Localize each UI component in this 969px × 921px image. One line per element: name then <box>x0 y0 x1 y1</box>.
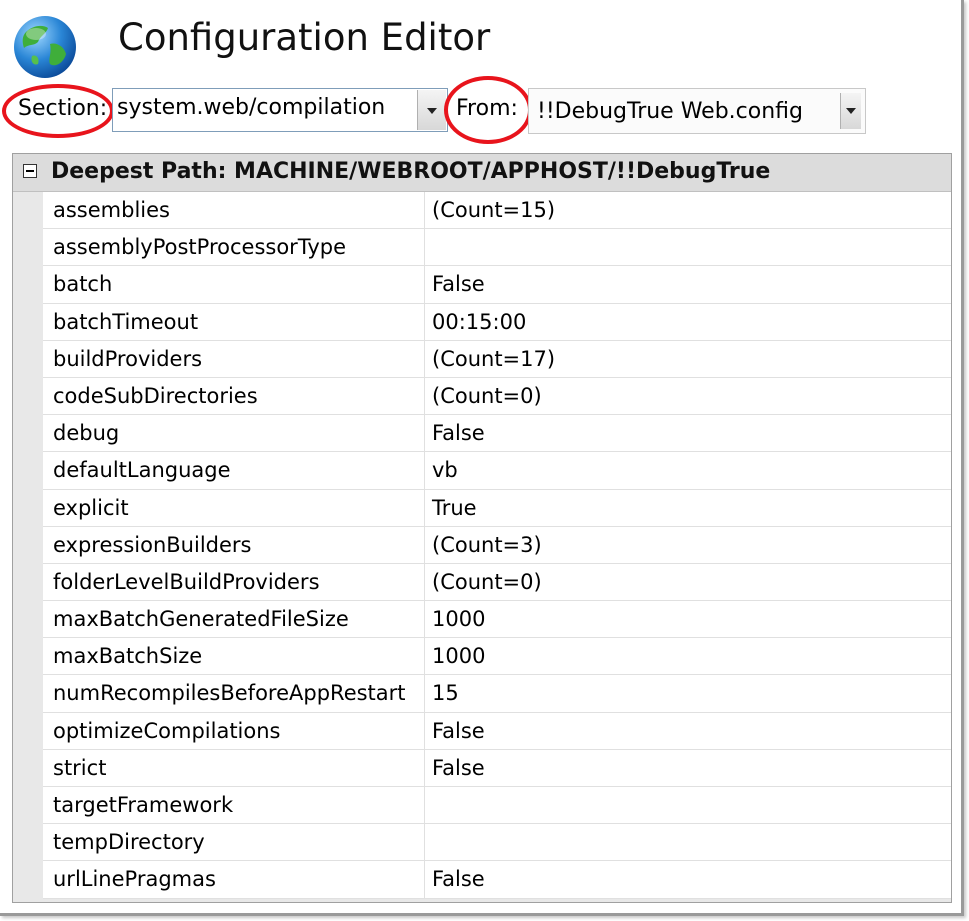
section-dropdown-button[interactable] <box>417 90 446 130</box>
property-name: batch <box>43 266 425 303</box>
table-row[interactable]: folderLevelBuildProviders (Count=0) <box>43 563 951 602</box>
property-name: targetFramework <box>43 787 425 824</box>
group-title: Deepest Path: MACHINE/WEBROOT/APPHOST/!!… <box>51 159 771 184</box>
table-row[interactable]: batch False <box>43 266 951 304</box>
property-name: buildProviders <box>43 340 425 377</box>
property-name: debug <box>43 415 425 452</box>
property-name: numRecompilesBeforeAppRestart <box>43 675 425 712</box>
table-row[interactable]: strict False <box>43 749 951 787</box>
table-row[interactable]: buildProviders (Count=17) <box>43 340 951 378</box>
table-row[interactable]: targetFramework <box>43 787 951 825</box>
table-row[interactable]: assemblies (Count=15) <box>43 192 951 230</box>
property-value[interactable]: (Count=17) <box>425 341 951 377</box>
from-label: From: <box>456 96 518 121</box>
property-value[interactable]: False <box>425 415 951 451</box>
collapse-icon[interactable] <box>23 164 37 178</box>
property-value[interactable]: 15 <box>425 675 951 711</box>
property-name: maxBatchGeneratedFileSize <box>43 601 425 638</box>
property-value[interactable] <box>425 824 951 860</box>
property-name: optimizeCompilations <box>43 712 425 749</box>
chevron-down-icon <box>427 108 437 114</box>
property-value[interactable]: False <box>425 713 951 749</box>
property-value[interactable]: vb <box>425 452 951 488</box>
property-name: explicit <box>43 489 425 526</box>
property-value[interactable]: 1000 <box>425 638 951 674</box>
table-row[interactable]: maxBatchSize 1000 <box>43 638 951 676</box>
table-row[interactable]: explicit True <box>43 489 951 527</box>
table-row[interactable]: optimizeCompilations False <box>43 712 951 750</box>
table-row[interactable]: expressionBuilders (Count=3) <box>43 526 951 564</box>
table-row[interactable]: debug False <box>43 415 951 453</box>
property-name: folderLevelBuildProviders <box>43 563 425 601</box>
property-name: batchTimeout <box>43 303 425 340</box>
table-row[interactable]: batchTimeout 00:15:00 <box>43 303 951 341</box>
page-title: Configuration Editor <box>118 16 491 59</box>
property-value[interactable]: (Count=3) <box>425 527 951 563</box>
property-name: tempDirectory <box>43 824 425 861</box>
property-name: assemblyPostProcessorType <box>43 229 425 266</box>
property-value[interactable]: False <box>425 750 951 786</box>
property-name: expressionBuilders <box>43 526 425 563</box>
from-dropdown-value: !!DebugTrue Web.config <box>537 99 803 124</box>
table-row[interactable]: codeSubDirectories (Count=0) <box>43 377 951 416</box>
property-value[interactable] <box>425 229 951 265</box>
property-name: maxBatchSize <box>43 638 425 675</box>
table-row[interactable]: urlLinePragmas False <box>43 861 951 899</box>
property-value[interactable]: False <box>425 861 951 897</box>
group-header[interactable]: Deepest Path: MACHINE/WEBROOT/APPHOST/!!… <box>13 154 951 192</box>
property-name: codeSubDirectories <box>43 377 425 415</box>
property-name: assemblies <box>43 192 425 229</box>
property-name: strict <box>43 749 425 786</box>
property-value[interactable]: 00:15:00 <box>425 304 951 340</box>
property-name: urlLinePragmas <box>43 861 425 898</box>
table-row[interactable]: tempDirectory <box>43 824 951 862</box>
table-row[interactable]: assemblyPostProcessorType <box>43 229 951 267</box>
property-value[interactable]: (Count=0) <box>425 564 951 600</box>
property-value[interactable]: (Count=15) <box>425 192 951 228</box>
table-row[interactable]: numRecompilesBeforeAppRestart 15 <box>43 675 951 713</box>
globe-icon <box>14 16 76 78</box>
property-rows: assemblies (Count=15) assemblyPostProcess… <box>43 192 951 899</box>
property-value[interactable]: False <box>425 266 951 302</box>
property-value[interactable]: 1000 <box>425 601 951 637</box>
from-dropdown-button[interactable] <box>840 93 861 129</box>
table-row[interactable]: defaultLanguage vb <box>43 452 951 490</box>
section-label: Section: <box>18 96 108 121</box>
table-row[interactable]: maxBatchGeneratedFileSize 1000 <box>43 601 951 639</box>
property-value[interactable]: True <box>425 490 951 526</box>
property-grid: Deepest Path: MACHINE/WEBROOT/APPHOST/!!… <box>12 153 952 903</box>
property-value[interactable]: (Count=0) <box>425 378 951 414</box>
from-dropdown[interactable]: !!DebugTrue Web.config <box>528 88 866 134</box>
chevron-down-icon <box>846 108 856 114</box>
section-dropdown[interactable]: system.web/compilation <box>112 88 448 132</box>
section-dropdown-value: system.web/compilation <box>117 95 386 120</box>
property-name: defaultLanguage <box>43 452 425 489</box>
config-editor-window: Configuration Editor Section: system.web… <box>0 0 964 916</box>
property-value[interactable] <box>425 787 951 823</box>
